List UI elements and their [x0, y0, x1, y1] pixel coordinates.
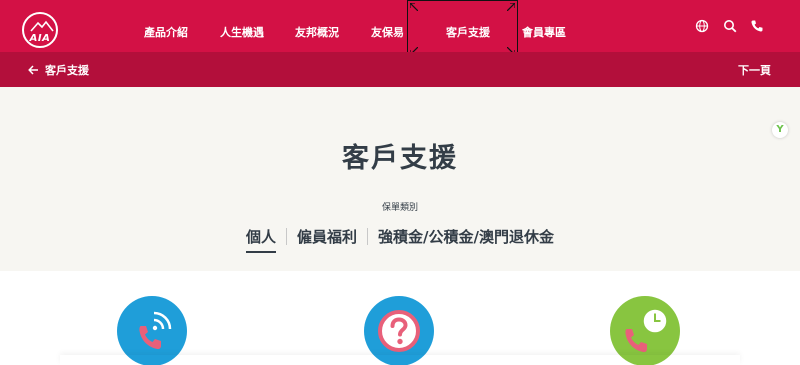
logo-text: AIA	[29, 33, 51, 44]
breadcrumb-bar: 客戶支援 下一頁	[0, 52, 800, 87]
back-link[interactable]: 客戶支援	[28, 62, 89, 78]
back-link-label: 客戶支援	[45, 64, 89, 77]
phone-icon[interactable]	[750, 19, 764, 33]
tab-individual[interactable]: 個人	[236, 226, 286, 253]
logo-mountain-icon	[30, 20, 54, 32]
tab-employee-benefits[interactable]: 僱員福利	[287, 226, 367, 247]
nav-item-member-zone[interactable]: 會員專區	[522, 24, 566, 40]
globe-icon[interactable]	[695, 19, 709, 33]
next-page-link[interactable]: 下一頁	[738, 62, 771, 78]
corner-mark-icon	[507, 3, 515, 11]
nav-item-aia-easy[interactable]: 友保易	[371, 24, 404, 40]
search-icon[interactable]	[723, 19, 737, 33]
nav-item-products[interactable]: 產品介紹	[144, 24, 188, 40]
page-title: 客戶支援	[342, 143, 458, 174]
arrow-left-icon	[28, 65, 38, 75]
nav-focus-outline	[407, 0, 518, 58]
hero-section: 客戶支援 保單類別 個人 僱員福利 強積金/公積金/澳門退休金 Y	[0, 87, 800, 271]
aia-logo[interactable]: AIA	[22, 12, 58, 48]
tab-mpf-orso-macau[interactable]: 強積金/公積金/澳門退休金	[368, 226, 564, 247]
policy-category-label: 保單類別	[381, 203, 418, 213]
nav-item-about[interactable]: 友邦概況	[295, 24, 339, 40]
policy-category-tabs: 個人 僱員福利 強積金/公積金/澳門退休金	[0, 226, 800, 253]
corner-mark-icon	[410, 3, 418, 11]
nav-item-life-moments[interactable]: 人生機遇	[220, 24, 264, 40]
cards-container-edge	[60, 355, 740, 365]
side-widget-icon[interactable]: Y	[772, 122, 788, 138]
